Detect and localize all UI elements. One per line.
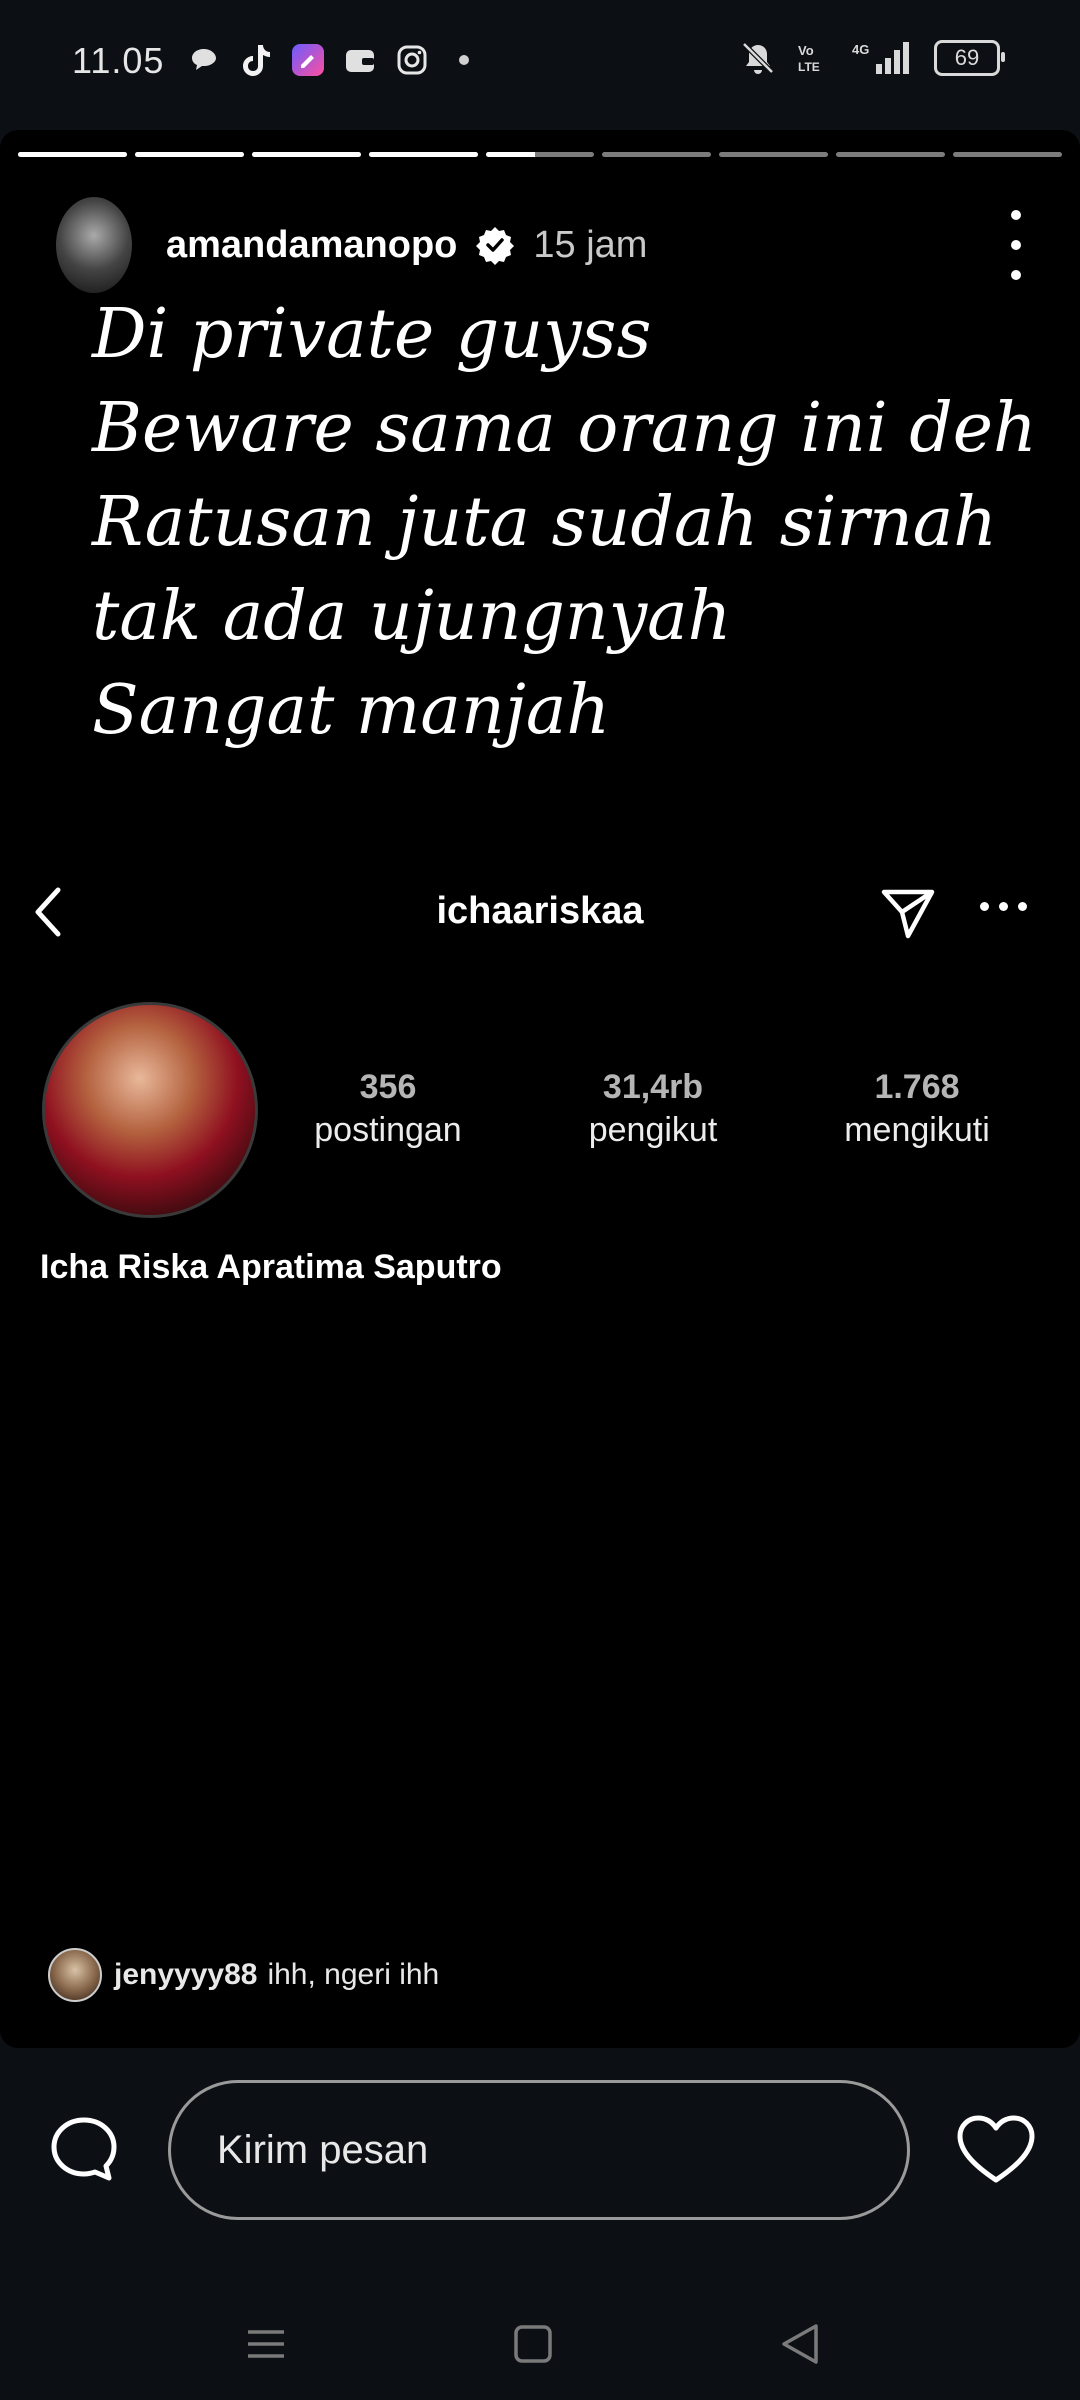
chat-bubble-icon bbox=[186, 42, 222, 78]
wallet-icon bbox=[342, 42, 378, 78]
progress-segment bbox=[18, 152, 127, 157]
comment-bubble-icon[interactable] bbox=[48, 2114, 120, 2186]
status-time: 11.05 bbox=[72, 40, 165, 81]
caption-line: tak ada ujungnyah bbox=[92, 577, 732, 656]
story-options-icon[interactable] bbox=[996, 210, 1036, 280]
ellipsis-icon bbox=[980, 902, 1027, 911]
stat-number: 31,4rb bbox=[602, 1068, 704, 1106]
stat-label: mengikuti bbox=[844, 1111, 990, 1149]
reply-username: jenyyyy88 bbox=[114, 1958, 258, 1991]
reply-user-avatar bbox=[48, 1948, 102, 2002]
progress-segment bbox=[485, 152, 595, 157]
caption-line: Di private guyss bbox=[92, 295, 652, 374]
story-time-ago: 15 jam bbox=[533, 223, 648, 266]
story-author-username[interactable]: amandamanopo bbox=[166, 224, 457, 267]
stat-label: pengikut bbox=[588, 1111, 718, 1149]
progress-segment bbox=[836, 152, 946, 157]
heart-icon[interactable] bbox=[956, 2114, 1036, 2186]
instagram-icon bbox=[394, 42, 430, 78]
shared-profile-fullname: Icha Riska Apratima Saputro bbox=[40, 1248, 502, 1286]
stat-following: 1.768 mengikuti bbox=[797, 1068, 1037, 1150]
battery-indicator: 69 bbox=[934, 40, 1005, 76]
home-button-icon[interactable] bbox=[503, 2314, 563, 2374]
progress-segment bbox=[134, 152, 244, 157]
back-button-icon[interactable] bbox=[770, 2314, 830, 2374]
reply-text: ihh, ngeri ihh bbox=[267, 1958, 440, 1991]
verified-badge-icon bbox=[476, 227, 515, 265]
system-icons: Vo LTE 4G 69 bbox=[740, 40, 1005, 76]
stat-number: 1.768 bbox=[874, 1068, 960, 1106]
svg-text:4G: 4G bbox=[852, 42, 869, 57]
tiktok-icon bbox=[238, 42, 274, 78]
stat-posts: 356 postingan bbox=[268, 1068, 508, 1150]
progress-segment bbox=[719, 152, 829, 157]
story-author-avatar[interactable] bbox=[56, 197, 132, 293]
progress-segment bbox=[251, 152, 361, 157]
stat-followers: 31,4rb pengikut bbox=[533, 1068, 773, 1150]
progress-segment bbox=[602, 152, 712, 157]
progress-segment bbox=[368, 152, 478, 157]
caption-line: Ratusan juta sudah sirnah bbox=[92, 483, 998, 562]
story-caption: Di private guyss Beware sama orang ini d… bbox=[92, 288, 1037, 758]
stat-label: postingan bbox=[314, 1111, 462, 1149]
muted-bell-icon bbox=[742, 42, 774, 74]
recent-apps-icon[interactable] bbox=[236, 2314, 296, 2374]
status-bar: 11.05 Vo LTE 4G 69 bbox=[0, 0, 1080, 105]
story-viewer[interactable]: amandamanopo 15 jam Di private guyss Bew… bbox=[0, 130, 1080, 2048]
battery-level: 69 bbox=[954, 45, 980, 70]
story-progress-bar bbox=[18, 152, 1063, 157]
stat-number: 356 bbox=[359, 1068, 417, 1106]
story-reply-mention[interactable]: jenyyyy88 ihh, ngeri ihh bbox=[48, 1948, 439, 2002]
more-notifications-dot-icon bbox=[446, 42, 482, 78]
signal-4g-icon: 4G bbox=[852, 42, 909, 74]
progress-segment bbox=[953, 152, 1063, 157]
volte-icon: Vo LTE bbox=[798, 43, 820, 74]
svg-text:LTE: LTE bbox=[798, 60, 820, 74]
app-launcher-icon bbox=[290, 42, 326, 78]
message-input[interactable] bbox=[168, 2080, 910, 2220]
caption-line: Beware sama orang ini deh bbox=[92, 389, 1037, 468]
shared-profile-avatar bbox=[42, 1002, 258, 1218]
story-reply-bar bbox=[0, 2048, 1080, 2400]
paper-plane-icon bbox=[881, 889, 935, 939]
shared-profile-header: ichaariskaa bbox=[0, 872, 1080, 952]
story-header: amandamanopo 15 jam bbox=[56, 190, 1036, 300]
svg-text:Vo: Vo bbox=[798, 43, 814, 58]
caption-line: Sangat manjah bbox=[92, 671, 611, 750]
notification-icons bbox=[186, 42, 482, 78]
